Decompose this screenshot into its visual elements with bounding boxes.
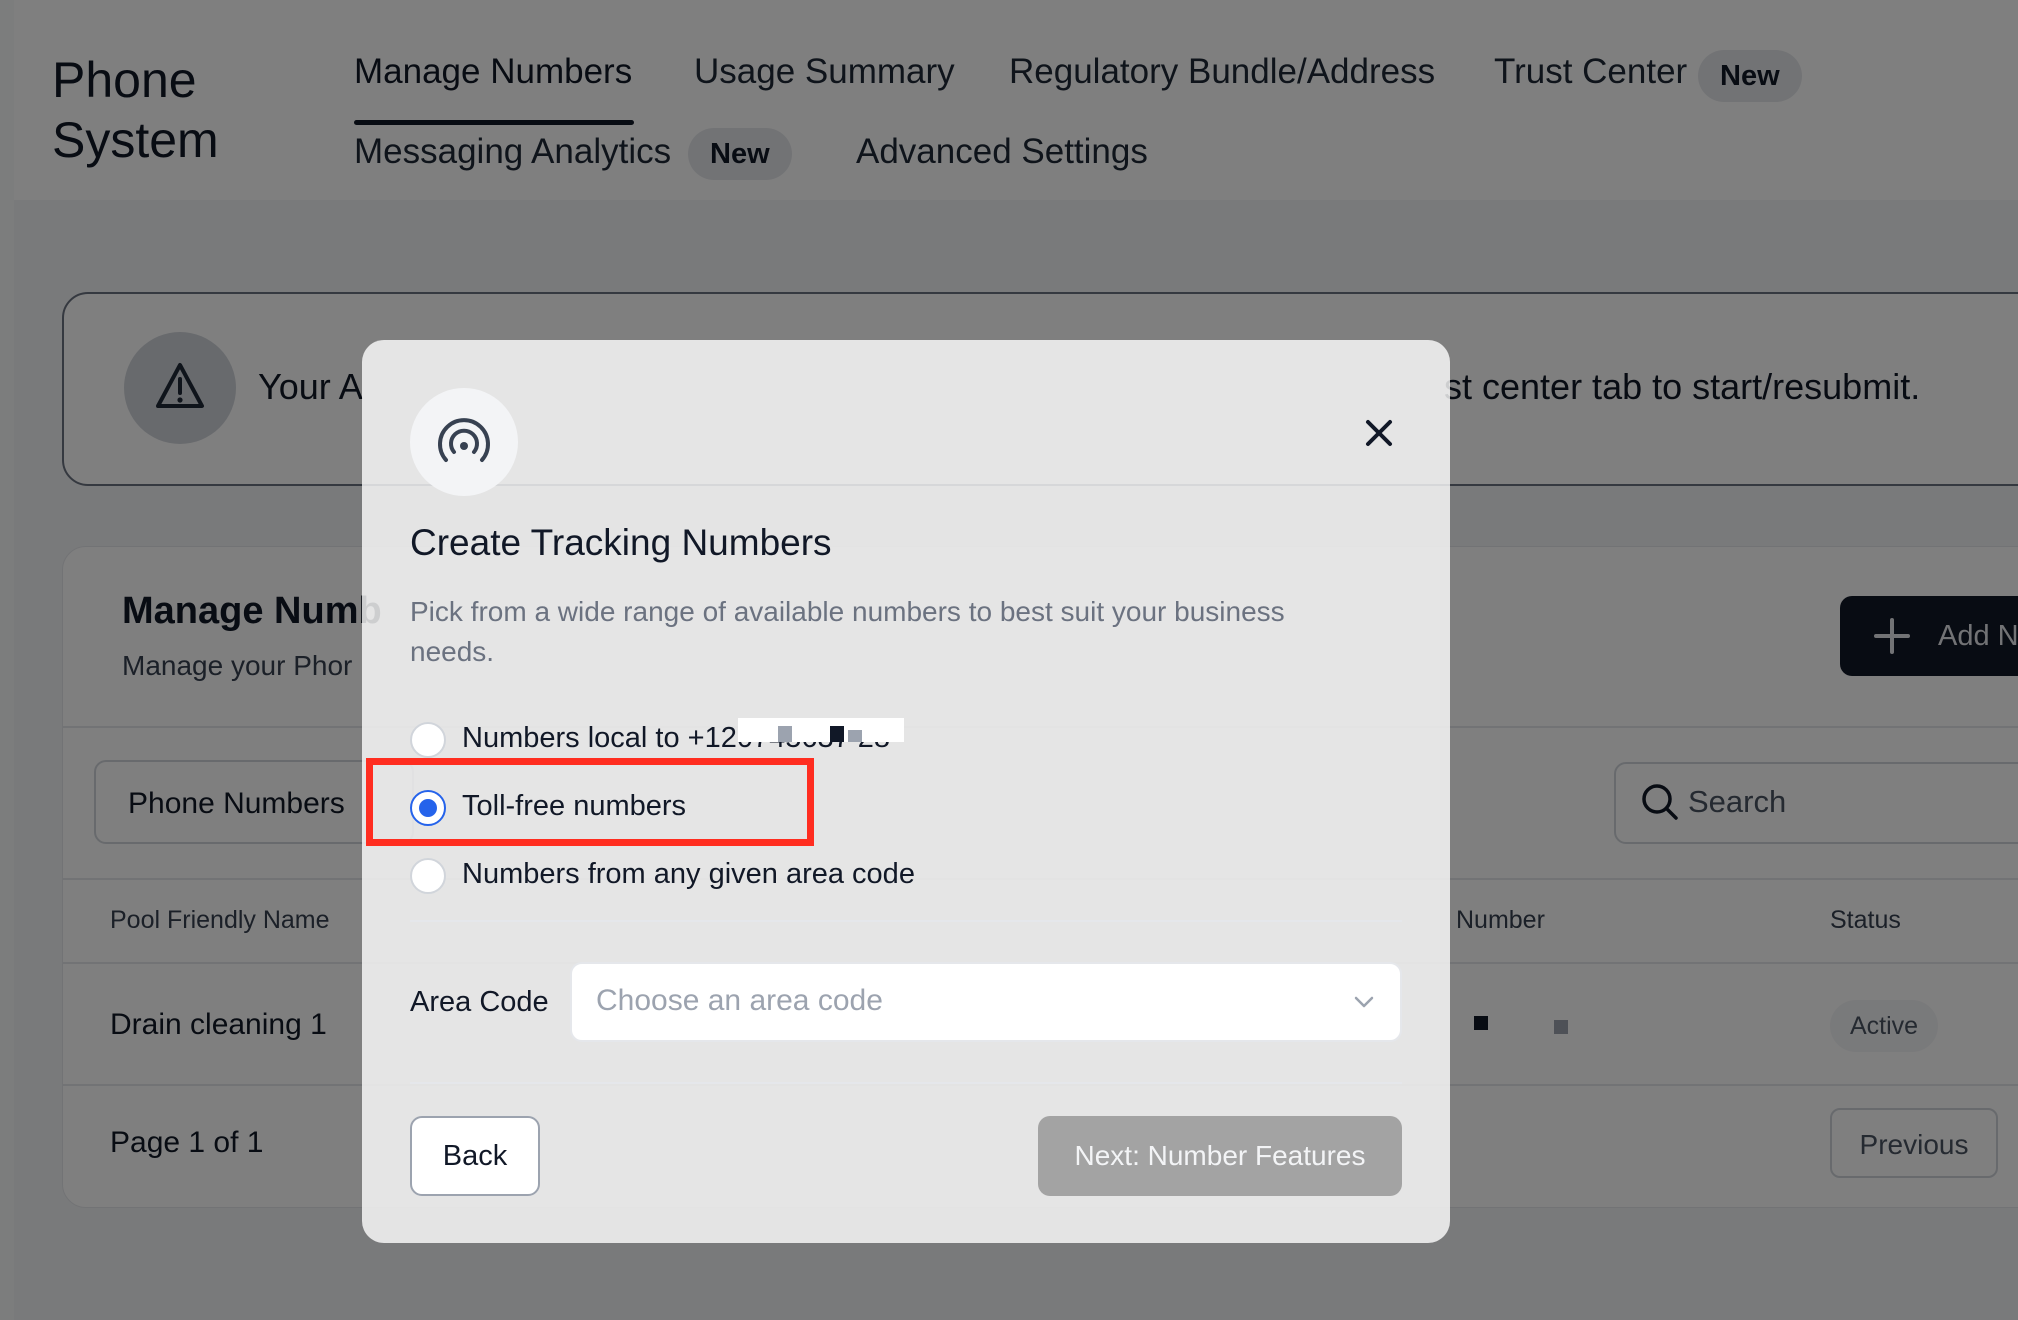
modal-description: Pick from a wide range of available numb… <box>410 596 1285 667</box>
modal-title: Create Tracking Numbers <box>410 522 832 563</box>
area-code-label: Area Code <box>410 986 549 1018</box>
next-number-features-button[interactable]: Next: Number Features <box>1038 1116 1402 1196</box>
modal-divider <box>410 920 1402 922</box>
broadcast-signal-icon <box>438 418 490 462</box>
back-button[interactable]: Back <box>410 1116 540 1196</box>
redaction-pixel <box>848 730 862 742</box>
area-code-select[interactable]: Choose an area code <box>570 962 1402 1042</box>
option-area-code-numbers-label: Numbers from any given area code <box>462 858 915 890</box>
area-code-placeholder: Choose an area code <box>596 984 883 1017</box>
radio-local-numbers[interactable] <box>410 722 446 758</box>
redaction-pixel <box>830 726 844 742</box>
option-area-code-numbers[interactable]: Numbers from any given area code <box>410 854 1010 902</box>
close-icon[interactable] <box>1356 410 1402 456</box>
highlight-annotation <box>366 758 814 846</box>
radio-area-code-numbers[interactable] <box>410 858 446 894</box>
redaction-pixel <box>778 726 792 742</box>
modal-content: Create Tracking Numbers Pick from a wide… <box>362 340 1450 1243</box>
phone-redaction <box>738 718 904 742</box>
chevron-down-icon <box>1354 996 1374 1008</box>
modal-footer-divider <box>410 1082 1402 1084</box>
modal-icon-container <box>410 388 518 496</box>
